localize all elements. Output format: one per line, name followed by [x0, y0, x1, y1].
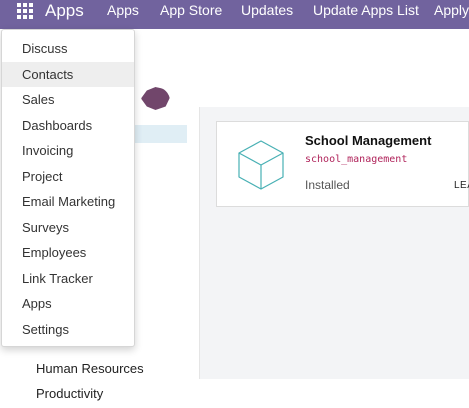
- app-card-technical-name: school_management: [305, 154, 408, 165]
- dropdown-item-apps[interactable]: Apps: [2, 291, 134, 316]
- dropdown-item-invoicing[interactable]: Invoicing: [2, 138, 134, 163]
- nav-item-apps[interactable]: Apps: [107, 2, 139, 18]
- nav-item-updates[interactable]: Updates: [241, 2, 293, 18]
- top-navbar: Apps Apps App Store Updates Update Apps …: [0, 0, 469, 29]
- app-card-status: Installed: [305, 178, 350, 192]
- sidebar-category-human-resources[interactable]: Human Resources: [36, 361, 144, 376]
- dropdown-item-sales[interactable]: Sales: [2, 87, 134, 112]
- nav-item-app-store[interactable]: App Store: [160, 2, 222, 18]
- dropdown-item-contacts[interactable]: Contacts: [2, 62, 134, 87]
- sidebar-category-productivity[interactable]: Productivity: [36, 386, 103, 401]
- apps-dropdown-menu: Discuss Contacts Sales Dashboards Invoic…: [1, 29, 135, 347]
- dropdown-item-link-tracker[interactable]: Link Tracker: [2, 266, 134, 291]
- app-card-title: School Management: [305, 133, 432, 148]
- module-cube-icon: [238, 140, 284, 190]
- dropdown-item-discuss[interactable]: Discuss: [2, 36, 134, 61]
- dropdown-item-settings[interactable]: Settings: [2, 317, 134, 342]
- app-menu-grid-icon[interactable]: [17, 3, 33, 19]
- learn-more-button[interactable]: LEA: [454, 180, 469, 191]
- app-card[interactable]: School Management school_management Inst…: [216, 121, 469, 207]
- dropdown-item-dashboards[interactable]: Dashboards: [2, 113, 134, 138]
- nav-item-update-apps-list[interactable]: Update Apps List: [313, 2, 419, 18]
- navbar-brand[interactable]: Apps: [45, 1, 84, 21]
- dropdown-item-project[interactable]: Project: [2, 164, 134, 189]
- nav-item-apply[interactable]: Apply: [434, 2, 469, 18]
- dropdown-item-employees[interactable]: Employees: [2, 240, 134, 265]
- dropdown-item-surveys[interactable]: Surveys: [2, 215, 134, 240]
- dropdown-item-email-marketing[interactable]: Email Marketing: [2, 189, 134, 214]
